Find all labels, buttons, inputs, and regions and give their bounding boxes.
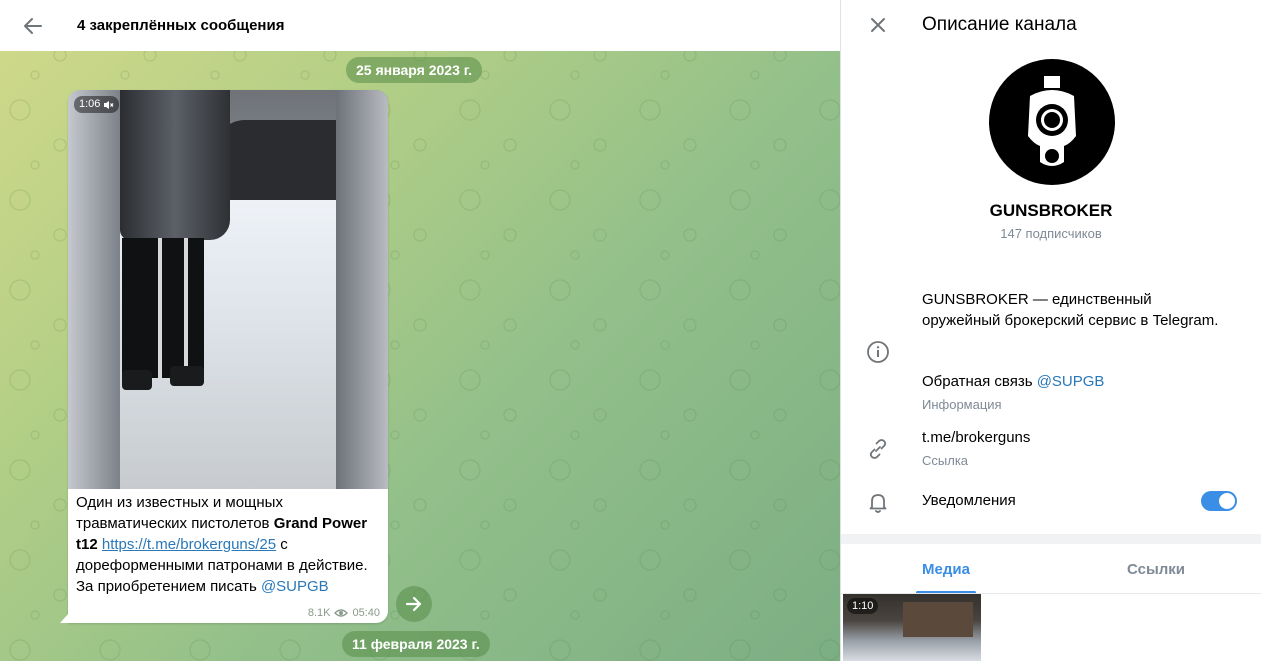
info-icon [867,341,889,363]
panel-header: Описание канала [841,0,1261,50]
video-blur-right [336,90,388,489]
message-mention[interactable]: @SUPGB [261,578,329,595]
video-person-jacket [120,90,230,240]
tab-links[interactable]: Ссылки [1051,544,1261,594]
feedback-line: Обратная связь @SUPGB [922,373,1104,390]
channel-info-panel: Описание канала GUNSBROKER 147 подписчик… [841,0,1261,661]
info-icon-wrap [865,339,891,365]
info-label: Информация [922,397,1002,412]
channel-name: GUNSBROKER [989,201,1113,220]
forward-arrow-icon [405,596,422,612]
bell-icon [869,494,887,513]
pinned-message[interactable]: 1:06 Один из известных и мощных травмати… [68,90,388,623]
media-thumbnail[interactable]: 1:10 [843,594,981,661]
message-text-part: Один из известных и мощных травматически… [76,494,283,532]
forward-button[interactable] [396,586,432,622]
feedback-mention[interactable]: @SUPGB [1037,373,1105,390]
message-time: 05:40 [352,607,380,619]
chat-pane: 4 закреплённых сообщения 25 января 2023 … [0,0,840,661]
date-separator-bottom: 11 февраля 2023 г. [342,631,490,657]
back-arrow-icon [24,17,42,34]
video-media[interactable]: 1:06 [68,90,388,489]
channel-avatar[interactable] [989,59,1115,185]
message-link[interactable]: https://t.me/brokerguns/25 [102,536,276,553]
video-frame [120,90,336,489]
pinned-messages-title: 4 закреплённых сообщения [77,17,285,34]
video-blur-left [68,90,120,489]
panel-title: Описание канала [922,14,1077,35]
video-duration-badge[interactable]: 1:06 [74,96,120,113]
media-tabs: Медиа Ссылки [841,544,1261,594]
channel-description: GUNSBROKER — единственный оружейный брок… [922,291,1219,329]
date-separator-top: 25 января 2023 г. [346,57,483,83]
video-person-boot [122,370,152,390]
back-button[interactable] [18,11,48,41]
link-label: Ссылка [922,453,969,468]
toggle-knob [1219,493,1235,509]
thumbnail-duration: 1:10 [847,598,879,614]
video-person-boot [170,366,204,386]
link-icon-wrap [865,436,891,462]
notifications-label: Уведомления [922,492,1016,509]
tab-media[interactable]: Медиа [841,544,1051,594]
chat-header: 4 закреплённых сообщения [0,0,840,51]
link-icon [869,439,887,459]
message-tail [60,613,69,623]
close-icon [871,18,885,32]
close-button[interactable] [863,10,893,40]
section-gap [841,534,1261,544]
video-person-legs [122,238,204,378]
eye-icon [334,609,349,617]
channel-link[interactable]: t.me/brokerguns [922,429,1030,446]
gun-barrel-logo [1028,76,1076,166]
feedback-label: Обратная связь [922,373,1037,390]
notifications-toggle[interactable] [1201,491,1237,511]
message-text: Один из известных и мощных травматически… [76,492,376,597]
subscriber-count: 147 подписчиков [1000,226,1102,241]
bell-icon-wrap [865,489,891,515]
muted-icon [104,100,114,109]
video-duration: 1:06 [79,98,101,110]
view-count: 8.1K [307,607,331,619]
message-meta: 8.1K 05:40 [308,607,380,619]
thumbnail-scene [903,602,973,637]
